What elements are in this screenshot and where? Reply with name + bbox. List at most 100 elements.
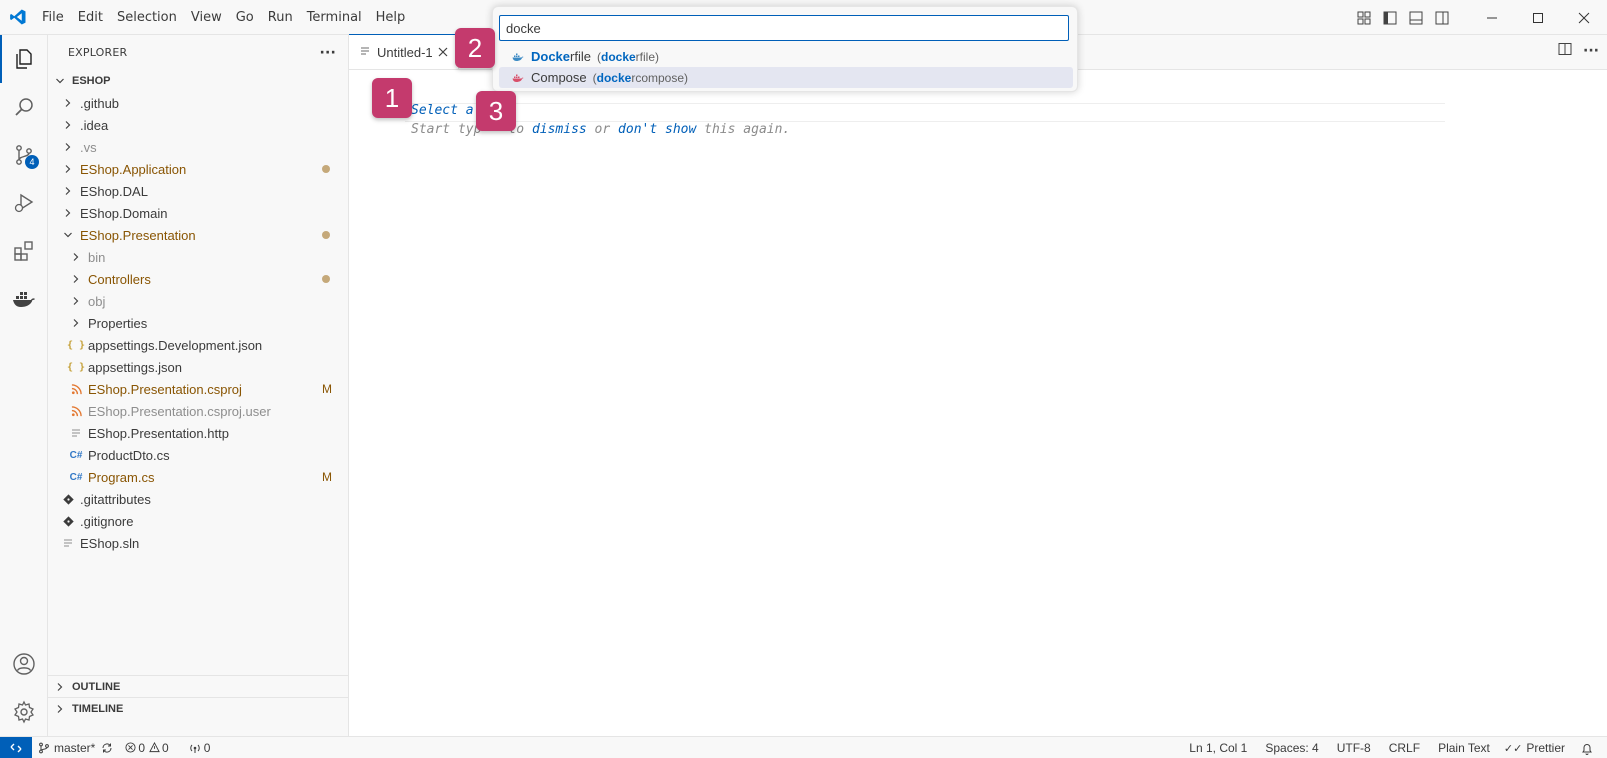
dismiss-link[interactable]: dismiss (532, 122, 587, 137)
double-check-icon: ✓✓ (1503, 742, 1523, 755)
tree-item[interactable]: EShop.Application (48, 158, 348, 180)
tree-item-label: .gitignore (80, 513, 134, 529)
tree-item[interactable]: EShop.sln (48, 532, 348, 554)
tree-item[interactable]: obj (48, 290, 348, 312)
editor-more-actions-button[interactable]: ··· (1583, 43, 1599, 59)
plain-text-file-icon (60, 535, 76, 551)
end-of-line[interactable]: CRLF (1383, 737, 1432, 758)
notifications-button[interactable] (1575, 737, 1607, 758)
tree-item[interactable]: { } appsettings.Development.json (48, 334, 348, 356)
tree-item-label: .github (80, 95, 120, 111)
tree-item[interactable]: C# ProductDto.cs (48, 444, 348, 466)
tree-item[interactable]: EShop.Presentation.http (48, 422, 348, 444)
docker-view-button[interactable] (0, 275, 48, 323)
tree-item[interactable]: .gitignore (48, 510, 348, 532)
toggle-primary-sidebar-button[interactable] (1377, 5, 1403, 31)
tree-item[interactable]: C# Program.cs M (48, 466, 348, 488)
tree-item-label: .gitattributes (80, 491, 151, 507)
tab-untitled-1[interactable]: Untitled-1 (349, 34, 459, 69)
extensions-view-button[interactable] (0, 227, 48, 275)
run-debug-view-button[interactable] (0, 179, 48, 227)
branch-indicator[interactable]: master* (32, 737, 119, 758)
sync-icon[interactable] (101, 742, 113, 754)
dont-show-again-link[interactable]: don't show (618, 122, 696, 137)
outline-section-header[interactable]: OUTLINE (48, 675, 349, 697)
run-debug-icon (14, 193, 34, 213)
callout-marker-1: 1 (372, 78, 412, 118)
git-status-badge: M (322, 470, 332, 484)
explorer-more-actions-button[interactable]: ··· (319, 45, 336, 61)
warning-count: 0 (162, 740, 169, 755)
tree-item[interactable]: EShop.Presentation.csproj.user (48, 400, 348, 422)
tree-root-eshop[interactable]: ESHOP (48, 70, 348, 92)
quick-pick-item-compose[interactable]: Compose (dockercompose) (499, 67, 1073, 88)
tree-item[interactable]: EShop.Presentation.csproj M (48, 378, 348, 400)
vscode-logo-icon (0, 0, 35, 35)
accounts-button[interactable] (0, 640, 48, 688)
menu-terminal[interactable]: Terminal (300, 0, 369, 35)
chevron-right-icon (60, 161, 76, 177)
tree-item[interactable]: .idea (48, 114, 348, 136)
customize-layout-button[interactable] (1351, 5, 1377, 31)
git-file-icon (60, 491, 76, 507)
tree-item[interactable]: EShop.Presentation (48, 224, 348, 246)
search-view-button[interactable] (0, 83, 48, 131)
toggle-panel-button[interactable] (1403, 5, 1429, 31)
outline-title: OUTLINE (72, 680, 121, 693)
minimize-button[interactable] (1469, 0, 1515, 35)
tree-item[interactable]: .vs (48, 136, 348, 158)
docker-icon (511, 50, 525, 64)
indentation[interactable]: Spaces: 4 (1259, 737, 1330, 758)
explorer-view-button[interactable] (0, 35, 48, 83)
modified-dot-icon (322, 165, 330, 173)
toggle-secondary-sidebar-button[interactable] (1429, 5, 1455, 31)
source-control-view-button[interactable]: 4 (0, 131, 48, 179)
timeline-section-header[interactable]: TIMELINE (48, 697, 349, 719)
close-window-button[interactable] (1561, 0, 1607, 35)
editor-actions: ··· (1557, 41, 1599, 61)
title-actions (1351, 0, 1607, 35)
callout-marker-3: 3 (476, 91, 516, 131)
scm-badge: 4 (25, 155, 39, 169)
split-editor-button[interactable] (1557, 41, 1573, 61)
problems-indicator[interactable]: 0 0 (119, 737, 174, 758)
desc-rest: rcompose (631, 70, 685, 85)
csproj-file-icon (68, 403, 84, 419)
menu-go[interactable]: Go (229, 0, 261, 35)
tree-item[interactable]: EShop.Domain (48, 202, 348, 224)
tree-item[interactable]: { } appsettings.json (48, 356, 348, 378)
remote-indicator-button[interactable] (0, 736, 32, 758)
menu-selection[interactable]: Selection (110, 0, 184, 35)
language-mode[interactable]: Plain Text (1432, 737, 1498, 758)
activity-bar: 4 (0, 35, 48, 736)
tree-item[interactable]: bin (48, 246, 348, 268)
git-status-badge: M (322, 382, 332, 396)
encoding[interactable]: UTF-8 (1331, 737, 1383, 758)
quick-pick-item-dockerfile[interactable]: Docke rfile (dockerfile) (499, 46, 1073, 67)
menu-edit[interactable]: Edit (71, 0, 110, 35)
menu-help[interactable]: Help (369, 0, 413, 35)
tree-item[interactable]: Properties (48, 312, 348, 334)
tree-item[interactable]: .github (48, 92, 348, 114)
item-description: (dockercompose) (592, 70, 689, 85)
tree-item[interactable]: Controllers (48, 268, 348, 290)
manage-button[interactable] (0, 688, 48, 736)
ports-indicator[interactable]: 0 (183, 737, 217, 758)
tree-item[interactable]: EShop.DAL (48, 180, 348, 202)
quick-pick-input[interactable] (499, 15, 1069, 41)
tree-item-label: EShop.Application (80, 161, 187, 177)
menu-view[interactable]: View (184, 0, 229, 35)
maximize-button[interactable] (1515, 0, 1561, 35)
menu-run[interactable]: Run (261, 0, 300, 35)
tab-close-icon[interactable] (438, 45, 448, 60)
bell-icon (1582, 743, 1592, 755)
status-bar-right: Ln 1, Col 1 Spaces: 4 UTF-8 CRLF Plain T… (1183, 737, 1607, 758)
status-bar: master* 0 0 0 Ln 1, Col 1 Spaces: 4 UTF-… (0, 736, 1607, 758)
tree-item[interactable]: .gitattributes (48, 488, 348, 510)
menu-file[interactable]: File (35, 0, 71, 35)
tree-item-label: EShop.Presentation.http (88, 425, 229, 441)
cursor-position[interactable]: Ln 1, Col 1 (1183, 737, 1259, 758)
prettier-status[interactable]: ✓✓ Prettier (1498, 737, 1575, 758)
tree-item-label: EShop.Domain (80, 205, 168, 221)
files-icon (16, 49, 32, 69)
